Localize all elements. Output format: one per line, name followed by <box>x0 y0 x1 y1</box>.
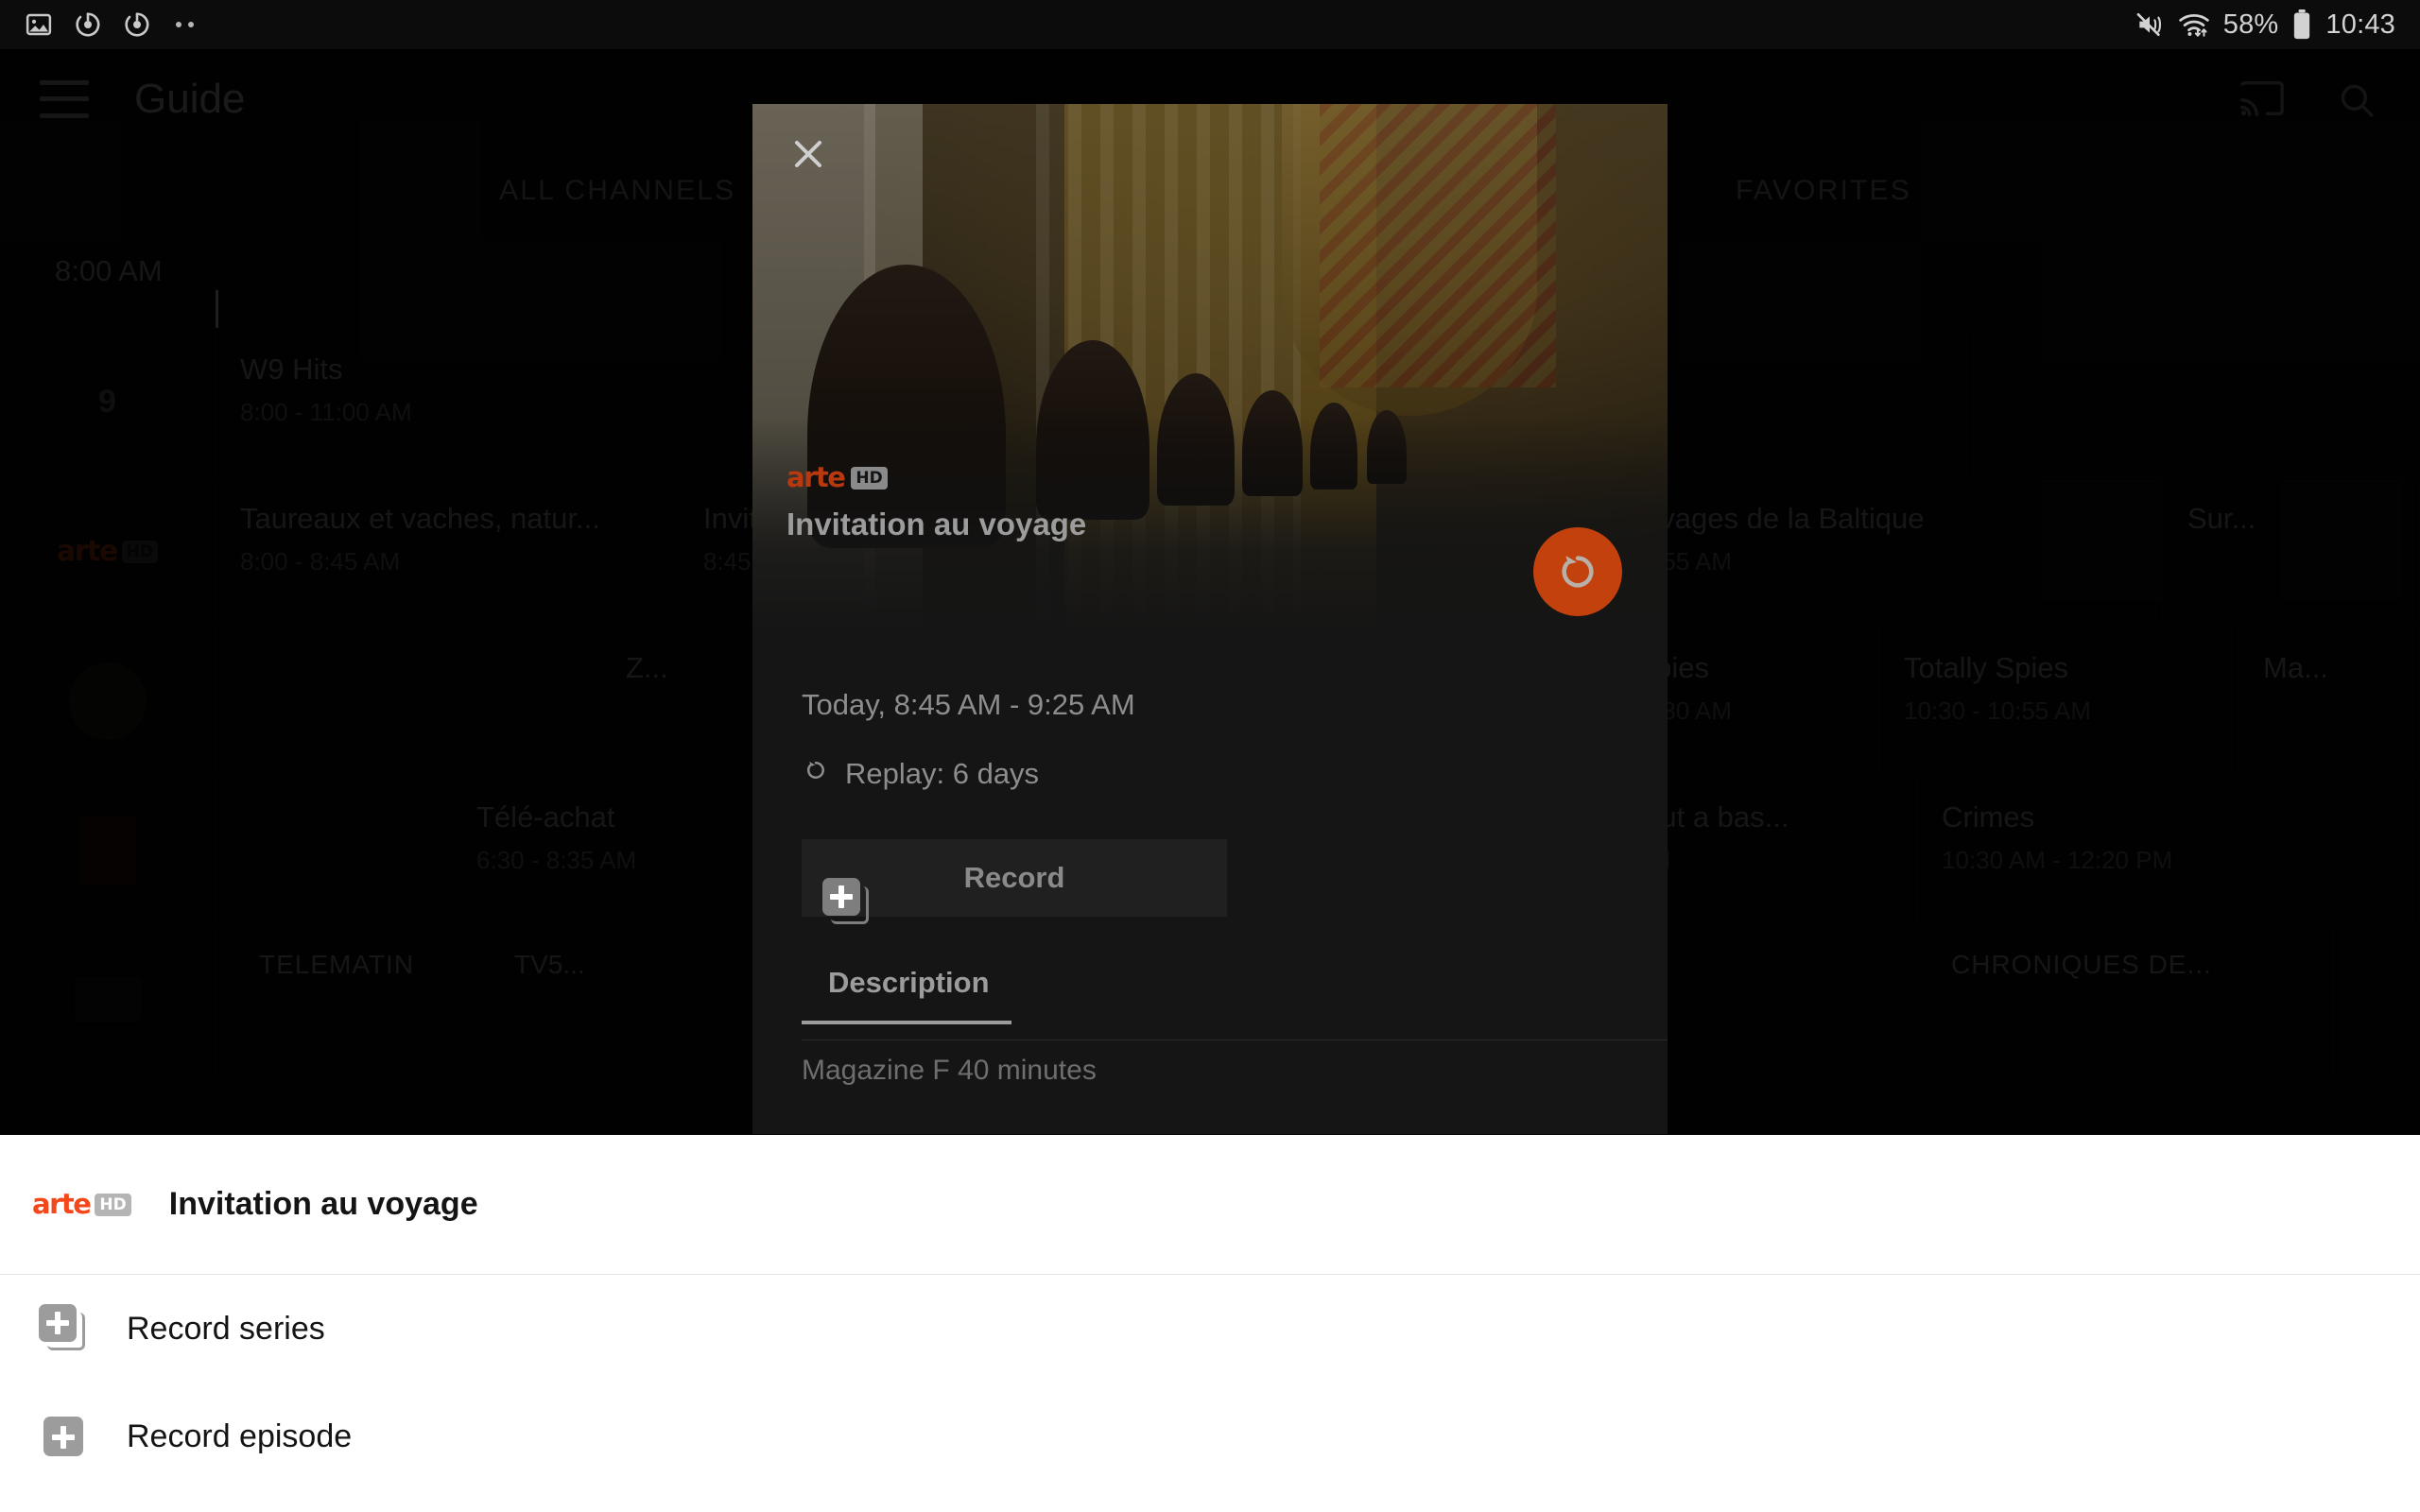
program-cell[interactable]: TV5... <box>490 925 641 1074</box>
sheet-header: arte HD Invitation au voyage <box>0 1135 2420 1275</box>
tab-active-indicator <box>802 1021 1011 1024</box>
channel-logo-tv5 <box>74 976 141 1022</box>
screen-root: 58% 10:43 Guide ALL CHANNELS FAVORITES 8… <box>0 0 2420 1512</box>
status-bar: 58% 10:43 <box>0 0 2420 49</box>
modal-program-title: Invitation au voyage <box>786 507 1087 541</box>
program-hero-image: arte HD Invitation au voyage <box>752 104 1668 633</box>
modal-body: Today, 8:45 AM - 9:25 AM Replay: 6 days … <box>752 633 1668 1087</box>
battery-percent: 58% <box>2222 9 2279 40</box>
program-title: CHRONIQUES DE... <box>1951 950 2212 979</box>
record-button[interactable]: Record <box>802 839 1227 924</box>
modal-tabs: Description <box>802 966 1668 1040</box>
hd-badge: HD <box>95 1193 131 1216</box>
program-title: Totally Spies <box>1904 651 2069 684</box>
tab-description[interactable]: Description <box>802 966 1618 1000</box>
program-cell[interactable]: Taureaux et vaches, natur... 8:00 - 8:45… <box>216 477 679 626</box>
record-options-sheet: arte HD Invitation au voyage Record seri… <box>0 1135 2420 1512</box>
program-title: Sur... <box>2187 502 2256 535</box>
timeline-label: 8:00 AM <box>55 254 163 287</box>
channel-cell[interactable] <box>0 627 216 775</box>
status-bar-right: 58% 10:43 <box>2135 9 2395 41</box>
replay-icon <box>802 756 830 792</box>
hd-badge: HD <box>851 466 888 490</box>
channel-cell[interactable]: 9 <box>0 328 216 476</box>
list-item-label: Record episode <box>127 1418 353 1454</box>
program-cell[interactable]: TELEMATIN <box>234 925 490 1074</box>
program-cell[interactable]: Ma... <box>2238 627 2420 775</box>
replay-button[interactable] <box>1533 527 1622 616</box>
list-item-record-episode[interactable]: Record episode <box>0 1383 2420 1490</box>
program-title: Taureaux et vaches, natur... <box>240 502 600 535</box>
hamburger-menu-icon[interactable] <box>40 79 89 118</box>
program-meta: Magazine F 40 minutes <box>802 1055 1097 1086</box>
top-bar-actions <box>2240 80 2380 118</box>
close-icon[interactable] <box>779 125 838 183</box>
sheet-title: Invitation au voyage <box>168 1186 478 1222</box>
status-bar-left <box>25 10 194 39</box>
list-item-record-series[interactable]: Record series <box>0 1275 2420 1383</box>
screen-record-icon <box>74 10 102 39</box>
channel-logo-9: 9 <box>98 384 116 420</box>
program-schedule: Today, 8:45 AM - 9:25 AM <box>802 688 1135 721</box>
program-cell[interactable]: Totally Spies 10:30 - 10:55 AM <box>1879 627 2238 775</box>
program-cell[interactable]: CHRONIQUES DE... <box>1927 925 2333 1074</box>
program-time: 8:00 - 8:45 AM <box>240 547 401 576</box>
battery-icon <box>2291 9 2312 40</box>
record-series-icon <box>34 1304 93 1353</box>
modal-channel-logo: arte HD <box>786 464 888 491</box>
channel-cell[interactable] <box>0 925 216 1074</box>
program-title: Z... <box>626 651 668 684</box>
channel-logo-gulli <box>68 662 147 740</box>
program-title: Ma... <box>2263 651 2328 684</box>
replay-icon <box>1562 556 1594 588</box>
tab-all-channels[interactable]: ALL CHANNELS <box>499 175 735 207</box>
list-item-label: Record series <box>127 1310 325 1347</box>
screen-record-icon <box>123 10 151 39</box>
channel-cell[interactable] <box>0 776 216 924</box>
more-dots-icon <box>172 22 194 27</box>
program-time: 10:30 AM - 12:20 PM <box>1942 846 2173 874</box>
wifi-icon <box>2178 10 2210 39</box>
arte-wordmark: arte <box>32 1188 92 1220</box>
channel-logo-m6 <box>78 815 136 885</box>
volume-mute-icon <box>2135 9 2165 40</box>
image-icon <box>25 10 53 39</box>
replay-availability: Replay: 6 days <box>802 756 1618 792</box>
program-title: Crimes <box>1942 800 2035 833</box>
channel-cell[interactable]: arte HD <box>0 477 216 626</box>
replay-text: Replay: 6 days <box>845 757 1040 790</box>
program-title: TV5... <box>514 950 585 979</box>
program-time: 10:30 - 10:55 AM <box>1904 696 2092 725</box>
search-icon[interactable] <box>2337 80 2380 118</box>
program-title: TELEMATIN <box>259 950 415 979</box>
program-cell[interactable]: Crimes 10:30 AM - 12:20 PM <box>1917 776 2420 924</box>
program-detail-modal: arte HD Invitation au voyage Today, 8:45… <box>752 104 1668 1134</box>
record-episode-icon <box>34 1417 93 1456</box>
page-title: Guide <box>134 75 246 122</box>
program-cell[interactable]: Sur... <box>2163 477 2420 626</box>
cast-icon[interactable] <box>2240 80 2284 118</box>
clock: 10:43 <box>2325 9 2395 40</box>
arte-wordmark: arte <box>786 461 846 493</box>
channel-logo-arte: arte HD <box>57 537 159 566</box>
now-indicator-line <box>216 290 218 328</box>
tab-favorites[interactable]: FAVORITES <box>1736 175 1911 207</box>
sheet-channel-logo: arte HD <box>32 1191 131 1218</box>
